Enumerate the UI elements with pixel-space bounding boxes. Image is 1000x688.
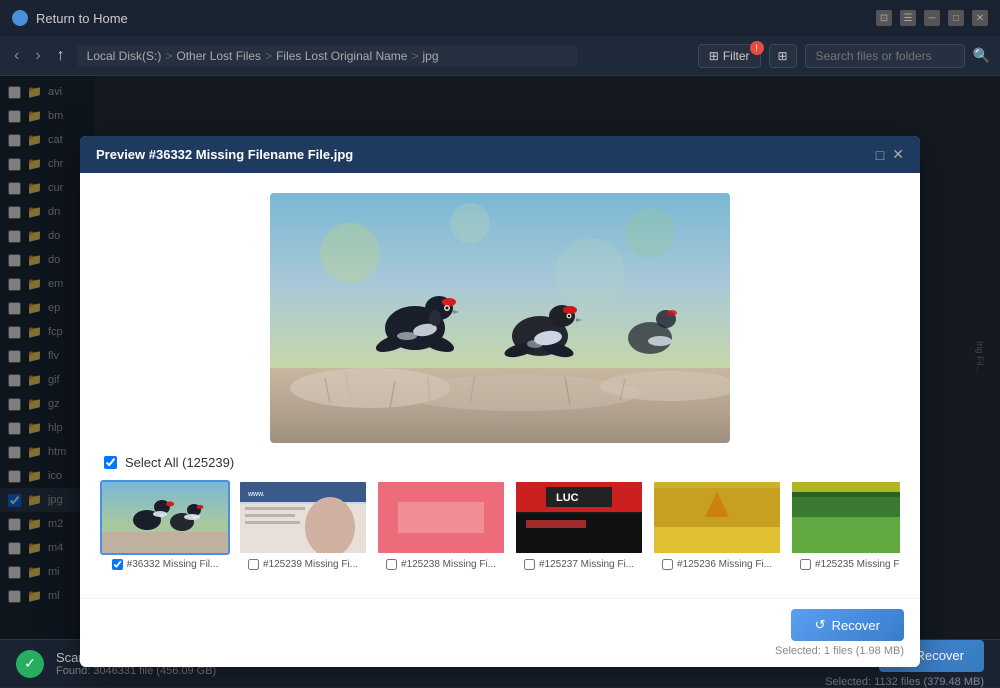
maximize-button[interactable]: □ [948, 10, 964, 26]
menu-button[interactable]: ☰ [900, 10, 916, 26]
thumbnail-image[interactable] [100, 480, 230, 555]
thumbnail-strip: #36332 Missing Fil... www. #125239 Missing… [100, 480, 900, 570]
thumbnail-item[interactable]: #125236 Missing Fi... [652, 480, 782, 570]
modal-recover-button[interactable]: ↺ Recover [791, 609, 904, 641]
thumbnail-item[interactable]: #125235 Missing Fi... [790, 480, 900, 570]
thumbnail-checkbox[interactable] [386, 559, 397, 570]
modal-close-button[interactable]: ✕ [892, 146, 904, 163]
filter-button[interactable]: ⊞ Filter ! [698, 44, 761, 68]
modal-maximize-button[interactable]: □ [876, 146, 884, 163]
modal-title: Preview #36332 Missing Filename File.jpg [96, 147, 353, 162]
svg-text:www.: www. [247, 491, 265, 498]
thumbnail-item[interactable]: www. #125239 Missing Fi... [238, 480, 368, 570]
recover-icon: ↺ [815, 617, 826, 633]
preview-image [270, 193, 730, 443]
svg-text:LUC: LUC [556, 492, 579, 504]
modal-body: Select All (125239) #36332 Missing Fil..… [80, 173, 920, 598]
thumbnail-label: #125236 Missing Fi... [662, 559, 772, 570]
breadcrumb-jpg[interactable]: jpg [422, 49, 438, 63]
title-bar-controls: ⊡ ☰ ─ □ ✕ [876, 10, 988, 26]
title-bar-left: Return to Home [12, 10, 128, 26]
thumbnail-checkbox[interactable] [800, 559, 811, 570]
thumbnail-filename: #125236 Missing Fi... [677, 559, 772, 570]
preview-modal: Preview #36332 Missing Filename File.jpg… [80, 136, 920, 667]
thumbnail-image[interactable] [652, 480, 782, 555]
minimize-button[interactable]: ─ [924, 10, 940, 26]
up-button[interactable]: ↑ [53, 43, 69, 69]
thumbnail-filename: #125239 Missing Fi... [263, 559, 358, 570]
breadcrumb-disk[interactable]: Local Disk(S:) [87, 49, 162, 63]
filter-icon: ⊞ [709, 49, 719, 63]
scan-complete-icon: ✓ [16, 650, 44, 678]
thumbnail-item[interactable]: #125238 Missing Fi... [376, 480, 506, 570]
thumbnail-filename: #125235 Missing Fi... [815, 559, 900, 570]
title-bar: Return to Home ⊡ ☰ ─ □ ✕ [0, 0, 1000, 36]
thumbnail-image[interactable]: www. [238, 480, 368, 555]
breadcrumb-other-lost[interactable]: Other Lost Files [176, 49, 261, 63]
breadcrumb: Local Disk(S:) > Other Lost Files > File… [77, 45, 577, 67]
thumbnail-label: #125237 Missing Fi... [524, 559, 634, 570]
filter-badge: ! [750, 41, 764, 55]
restore-button[interactable]: ⊡ [876, 10, 892, 26]
thumbnail-image[interactable] [790, 480, 900, 555]
app-title: Return to Home [36, 11, 128, 26]
select-all-label: Select All (125239) [125, 455, 234, 470]
view-toggle-button[interactable]: ⊞ [769, 44, 797, 68]
breadcrumb-files-lost[interactable]: Files Lost Original Name [276, 49, 407, 63]
thumbnail-label: #125238 Missing Fi... [386, 559, 496, 570]
close-button[interactable]: ✕ [972, 10, 988, 26]
thumbnail-checkbox[interactable] [112, 559, 123, 570]
thumbnail-label: #125239 Missing Fi... [248, 559, 358, 570]
preview-image-container [270, 193, 730, 443]
modal-selected-info: Selected: 1 files (1.98 MB) [775, 645, 904, 657]
select-all-checkbox[interactable] [104, 456, 117, 469]
search-icon[interactable]: 🔍 [973, 47, 990, 64]
thumbnail-filename: #36332 Missing Fil... [127, 559, 219, 570]
thumbnail-checkbox[interactable] [524, 559, 535, 570]
nav-right: ⊞ Filter ! ⊞ 🔍 [698, 44, 990, 68]
modal-footer: ↺ Recover Selected: 1 files (1.98 MB) [80, 598, 920, 667]
thumbnail-checkbox[interactable] [662, 559, 673, 570]
thumbnail-item[interactable]: #36332 Missing Fil... [100, 480, 230, 570]
forward-button[interactable]: › [31, 43, 44, 69]
thumbnail-image[interactable]: LUC [514, 480, 644, 555]
thumbnail-filename: #125237 Missing Fi... [539, 559, 634, 570]
modal-header: Preview #36332 Missing Filename File.jpg… [80, 136, 920, 173]
thumbnail-section: Select All (125239) #36332 Missing Fil..… [100, 443, 900, 578]
modal-controls: □ ✕ [876, 146, 904, 163]
thumbnail-label: #125235 Missing Fi... [800, 559, 900, 570]
back-button[interactable]: ‹ [10, 43, 23, 69]
thumbnail-checkbox[interactable] [248, 559, 259, 570]
modal-overlay: Preview #36332 Missing Filename File.jpg… [0, 76, 1000, 639]
main-area: 📁avi📁bm📁cat📁chr📁cur📁dn📁do📁do📁em📁ep📁fcp📁f… [0, 76, 1000, 639]
app-icon [12, 10, 28, 26]
filter-label: Filter [723, 49, 750, 63]
main-selected-info: Selected: 1132 files (379.48 MB) [825, 676, 984, 688]
select-all-row: Select All (125239) [100, 455, 900, 470]
thumbnail-image[interactable] [376, 480, 506, 555]
thumbnail-filename: #125238 Missing Fi... [401, 559, 496, 570]
thumbnail-item[interactable]: LUC #125237 Missing Fi... [514, 480, 644, 570]
thumbnail-label: #36332 Missing Fil... [112, 559, 219, 570]
nav-bar: ‹ › ↑ Local Disk(S:) > Other Lost Files … [0, 36, 1000, 76]
search-input[interactable] [805, 44, 965, 68]
